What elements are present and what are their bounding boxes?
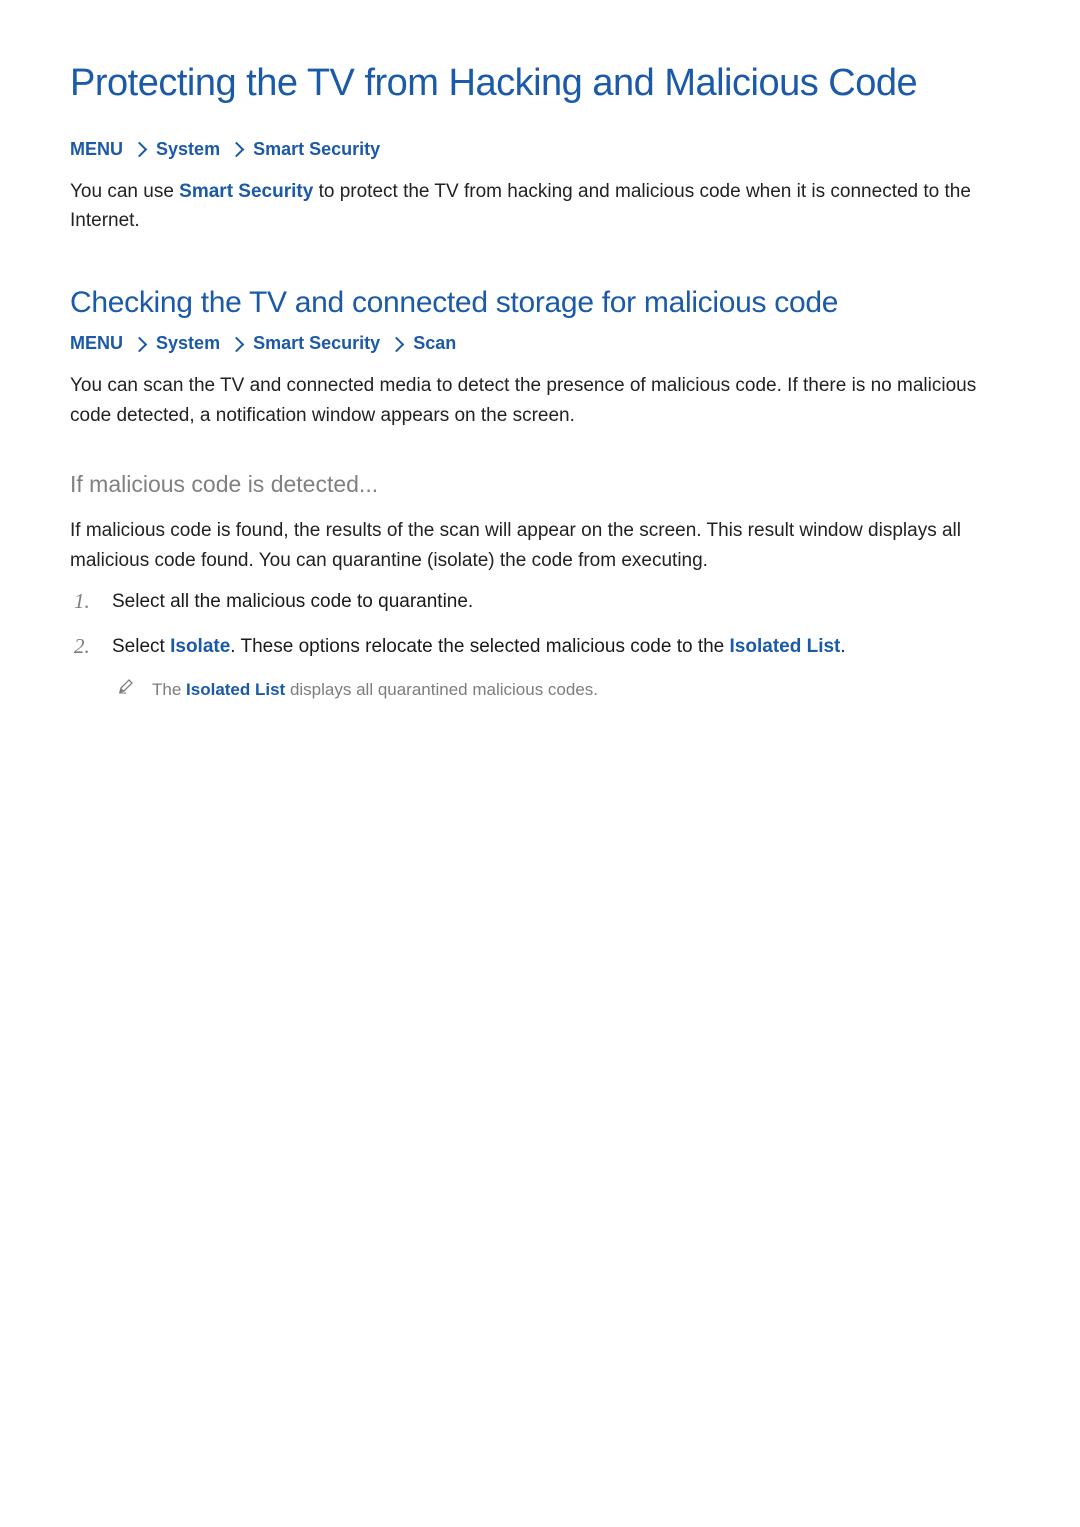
- detected-paragraph: If malicious code is found, the results …: [70, 516, 1010, 575]
- breadcrumb-item: System: [156, 333, 220, 353]
- note-block: The Isolated List displays all quarantin…: [118, 676, 1010, 703]
- keyword-smart-security: Smart Security: [179, 181, 313, 202]
- chevron-right-icon: [132, 141, 148, 157]
- breadcrumb-item: MENU: [70, 139, 123, 159]
- chevron-right-icon: [229, 336, 245, 352]
- text: Select: [112, 636, 170, 657]
- breadcrumb-item: System: [156, 139, 220, 159]
- pencil-icon: [118, 678, 134, 694]
- breadcrumb-scan: MENU System Smart Security Scan: [70, 330, 1010, 357]
- text: .: [840, 636, 845, 657]
- text: The: [152, 680, 186, 699]
- scan-paragraph: You can scan the TV and connected media …: [70, 371, 1010, 430]
- text: displays all quarantined malicious codes…: [285, 680, 598, 699]
- chevron-right-icon: [389, 336, 405, 352]
- document-page: Protecting the TV from Hacking and Malic…: [0, 0, 1080, 789]
- keyword-isolate: Isolate: [170, 636, 230, 657]
- step-item: Select all the malicious code to quarant…: [106, 587, 1010, 616]
- chevron-right-icon: [229, 141, 245, 157]
- keyword-isolated-list: Isolated List: [186, 680, 285, 699]
- intro-paragraph: You can use Smart Security to protect th…: [70, 177, 1010, 236]
- step-item: Select Isolate. These options relocate t…: [106, 632, 1010, 703]
- note-text: The Isolated List displays all quarantin…: [152, 676, 598, 703]
- subheading-detected: If malicious code is detected...: [70, 470, 1010, 500]
- section-heading-checking: Checking the TV and connected storage fo…: [70, 283, 1010, 322]
- text: You can use: [70, 181, 179, 202]
- text: . These options relocate the selected ma…: [230, 636, 729, 657]
- breadcrumb-item: Scan: [413, 333, 456, 353]
- breadcrumb-item: Smart Security: [253, 333, 380, 353]
- breadcrumb-item: MENU: [70, 333, 123, 353]
- breadcrumb-item: Smart Security: [253, 139, 380, 159]
- steps-list: Select all the malicious code to quarant…: [70, 587, 1010, 703]
- step-text: Select all the malicious code to quarant…: [112, 591, 473, 612]
- page-title: Protecting the TV from Hacking and Malic…: [70, 60, 1010, 108]
- keyword-isolated-list: Isolated List: [730, 636, 841, 657]
- breadcrumb-smart-security: MENU System Smart Security: [70, 136, 1010, 163]
- chevron-right-icon: [132, 336, 148, 352]
